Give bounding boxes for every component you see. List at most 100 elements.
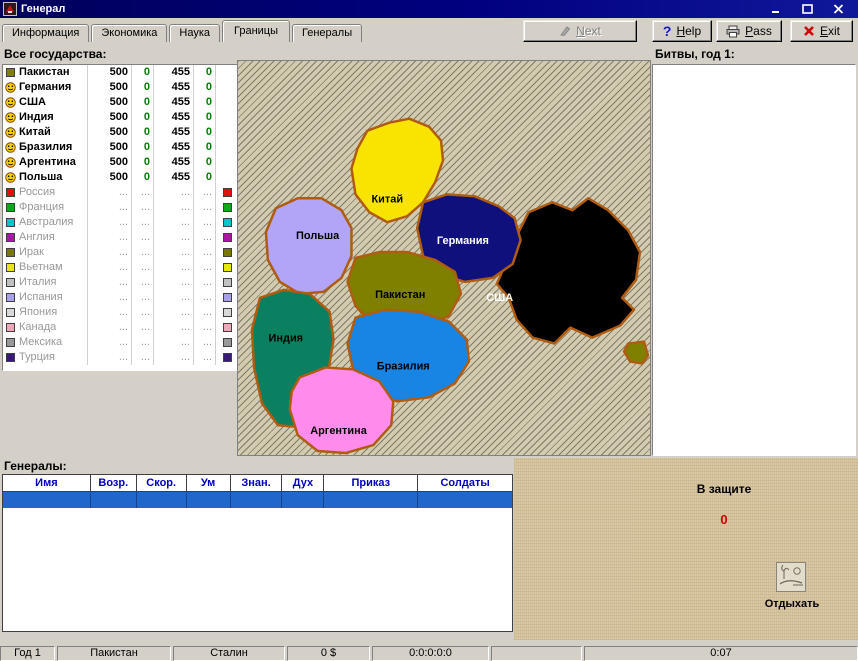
status-segment: Пакистан <box>57 645 171 661</box>
map-region-label: Китай <box>371 193 403 205</box>
country-row[interactable]: Бразилия 500 0 455 0 <box>3 140 239 155</box>
generals-column-header: Приказ <box>324 475 419 491</box>
rest-icon <box>776 562 806 592</box>
smiley-icon <box>3 157 17 168</box>
country-row[interactable]: Вьетнам............ <box>3 260 239 275</box>
map-region[interactable] <box>264 197 353 296</box>
tab[interactable]: Границы <box>222 20 291 42</box>
generals-cell <box>418 492 512 508</box>
country-row[interactable]: Турция............ <box>3 350 239 365</box>
generals-selected-row[interactable] <box>3 492 512 508</box>
country-row[interactable]: Англия............ <box>3 230 239 245</box>
map-region-label: США <box>486 292 513 304</box>
country-value: ... <box>87 185 131 200</box>
pass-icon <box>726 25 740 38</box>
country-chip <box>215 350 239 365</box>
country-value: ... <box>87 320 131 335</box>
status-segment: 0 $ <box>287 645 370 661</box>
generals-column-header: Солдаты <box>440 477 490 489</box>
country-name: Мексика <box>19 336 63 348</box>
minimize-button[interactable] <box>765 2 787 16</box>
close-button[interactable] <box>827 2 849 16</box>
country-row[interactable]: Германия 500 0 455 0 <box>3 80 239 95</box>
tab[interactable]: Экономика <box>91 24 168 42</box>
country-name: Пакистан <box>19 66 70 78</box>
country-name: Германия <box>19 81 72 93</box>
pass-button[interactable]: Pass <box>716 20 782 42</box>
country-value: 500 <box>87 95 131 110</box>
next-button[interactable]: Next <box>523 20 637 42</box>
country-color-icon <box>3 323 17 332</box>
battles-panel-title: Битвы, год 1: <box>655 47 735 61</box>
country-row[interactable]: Мексика............ <box>3 335 239 350</box>
country-row[interactable]: Аргентина 500 0 455 0 <box>3 155 239 170</box>
country-value: ... <box>193 200 215 215</box>
map-region[interactable] <box>288 366 395 455</box>
country-value: ... <box>193 245 215 260</box>
tab[interactable]: Наука <box>169 24 221 42</box>
country-row[interactable]: США 500 0 455 0 <box>3 95 239 110</box>
country-value: 0 <box>131 155 153 170</box>
country-value: 455 <box>153 155 193 170</box>
country-row[interactable]: Пакистан 500 0 455 0 <box>3 65 239 80</box>
country-value: 500 <box>87 65 131 80</box>
country-name: Турция <box>19 351 55 363</box>
app-window: Генерал Информация Экономика Наука Границы Г… <box>0 0 858 661</box>
country-value: ... <box>131 260 153 275</box>
maximize-button[interactable] <box>796 2 818 16</box>
country-value: 0 <box>193 80 215 95</box>
exit-button[interactable]: Exit <box>790 20 853 42</box>
country-value: ... <box>153 230 193 245</box>
country-name: Вьетнам <box>19 261 63 273</box>
country-name: Англия <box>19 231 55 243</box>
smiley-icon <box>3 172 17 183</box>
country-value: 455 <box>153 140 193 155</box>
rest-button[interactable] <box>776 562 806 592</box>
country-row[interactable]: Ирак............ <box>3 245 239 260</box>
help-button[interactable]: ? Help <box>652 20 712 42</box>
country-name: Испания <box>19 291 63 303</box>
country-value: 455 <box>153 110 193 125</box>
country-row[interactable]: Канада............ <box>3 320 239 335</box>
country-color-icon <box>3 338 17 347</box>
country-value: ... <box>87 230 131 245</box>
country-row[interactable]: Польша 500 0 455 0 <box>3 170 239 185</box>
tab[interactable]: Генералы <box>292 24 363 42</box>
help-button-label: Help <box>676 24 702 38</box>
country-row[interactable]: Испания............ <box>3 290 239 305</box>
status-segment: 0:0:0:0:0 <box>372 645 489 661</box>
country-value: 0 <box>131 80 153 95</box>
country-chip <box>215 230 239 245</box>
country-value: ... <box>193 320 215 335</box>
status-segment: Сталин <box>173 645 285 661</box>
country-row[interactable]: Россия............ <box>3 185 239 200</box>
country-value: 500 <box>87 155 131 170</box>
country-row[interactable]: Италия............ <box>3 275 239 290</box>
country-value: ... <box>131 305 153 320</box>
tab[interactable]: Информация <box>2 24 90 42</box>
country-row[interactable]: Франция............ <box>3 200 239 215</box>
rest-button-label[interactable]: Отдыхать <box>742 598 842 610</box>
country-name: Польша <box>19 171 63 183</box>
generals-column-header: Ум <box>187 475 231 491</box>
country-value: 455 <box>153 65 193 80</box>
map-region[interactable] <box>495 197 642 345</box>
country-value: 0 <box>131 95 153 110</box>
map-region[interactable] <box>622 340 650 365</box>
smiley-icon <box>3 82 17 93</box>
battles-list[interactable] <box>652 64 856 456</box>
country-chip <box>215 215 239 230</box>
generals-column-header: Имя <box>3 475 91 491</box>
country-value: ... <box>193 260 215 275</box>
generals-cell <box>324 492 419 508</box>
country-value: ... <box>131 320 153 335</box>
country-chip <box>215 95 239 110</box>
country-value: 0 <box>193 170 215 185</box>
country-row[interactable]: Австралия............ <box>3 215 239 230</box>
country-row[interactable]: Индия 500 0 455 0 <box>3 110 239 125</box>
country-row[interactable]: Япония............ <box>3 305 239 320</box>
country-row[interactable]: Китай 500 0 455 0 <box>3 125 239 140</box>
country-color-icon <box>3 278 17 287</box>
country-chip <box>215 200 239 215</box>
world-map: США Германия Китай Польша Пакистан Индия Брази… <box>237 60 651 456</box>
